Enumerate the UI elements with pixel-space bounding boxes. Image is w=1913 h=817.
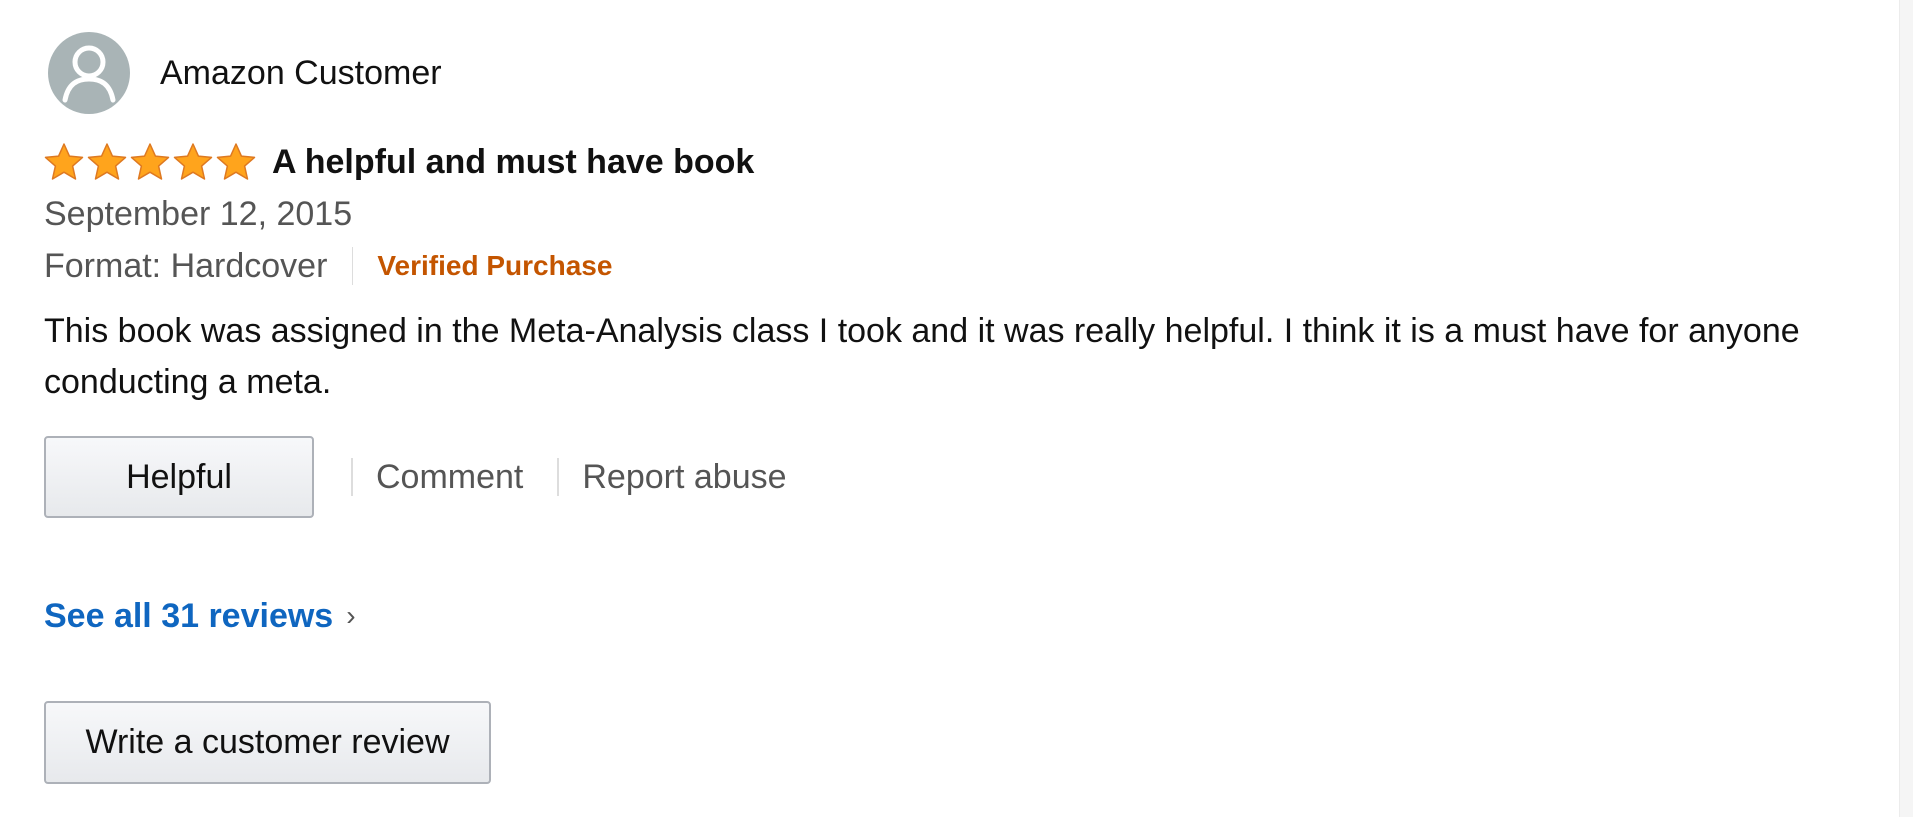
review-actions: Helpful Comment Report abuse [44,436,787,518]
chevron-right-icon: › [346,600,356,631]
page-scroll-edge [1899,0,1913,817]
star-icon [173,143,213,180]
review-date: September 12, 2015 [44,195,353,233]
see-all-reviews-link[interactable]: See all 31 reviews › [44,592,356,640]
action-divider [351,458,353,496]
customer-review-section: Amazon Customer A helpful and must have … [0,0,1913,817]
reviewer-name[interactable]: Amazon Customer [160,53,442,93]
format-label: Format: Hardcover [44,247,328,285]
reviewer-profile[interactable]: Amazon Customer [48,32,442,114]
review-title[interactable]: A helpful and must have book [272,140,754,184]
report-abuse-link[interactable]: Report abuse [582,455,786,499]
see-all-reviews-label[interactable]: See all 31 reviews [44,594,333,638]
review-body: This book was assigned in the Meta-Analy… [44,312,1800,401]
helpful-button[interactable]: Helpful [44,436,314,518]
star-icon [87,143,127,180]
star-rating [43,141,258,183]
star-icon [130,143,170,180]
review-meta: Format: Hardcover Verified Purchase [44,244,612,288]
comment-link[interactable]: Comment [376,455,523,499]
verified-purchase-badge: Verified Purchase [377,250,613,281]
default-user-avatar-icon [48,32,130,114]
write-review-button[interactable]: Write a customer review [44,701,491,784]
star-icon [44,143,84,180]
rating-and-title: A helpful and must have book [43,138,754,186]
action-divider [557,458,560,496]
meta-divider [352,247,354,285]
star-icon [216,143,256,180]
